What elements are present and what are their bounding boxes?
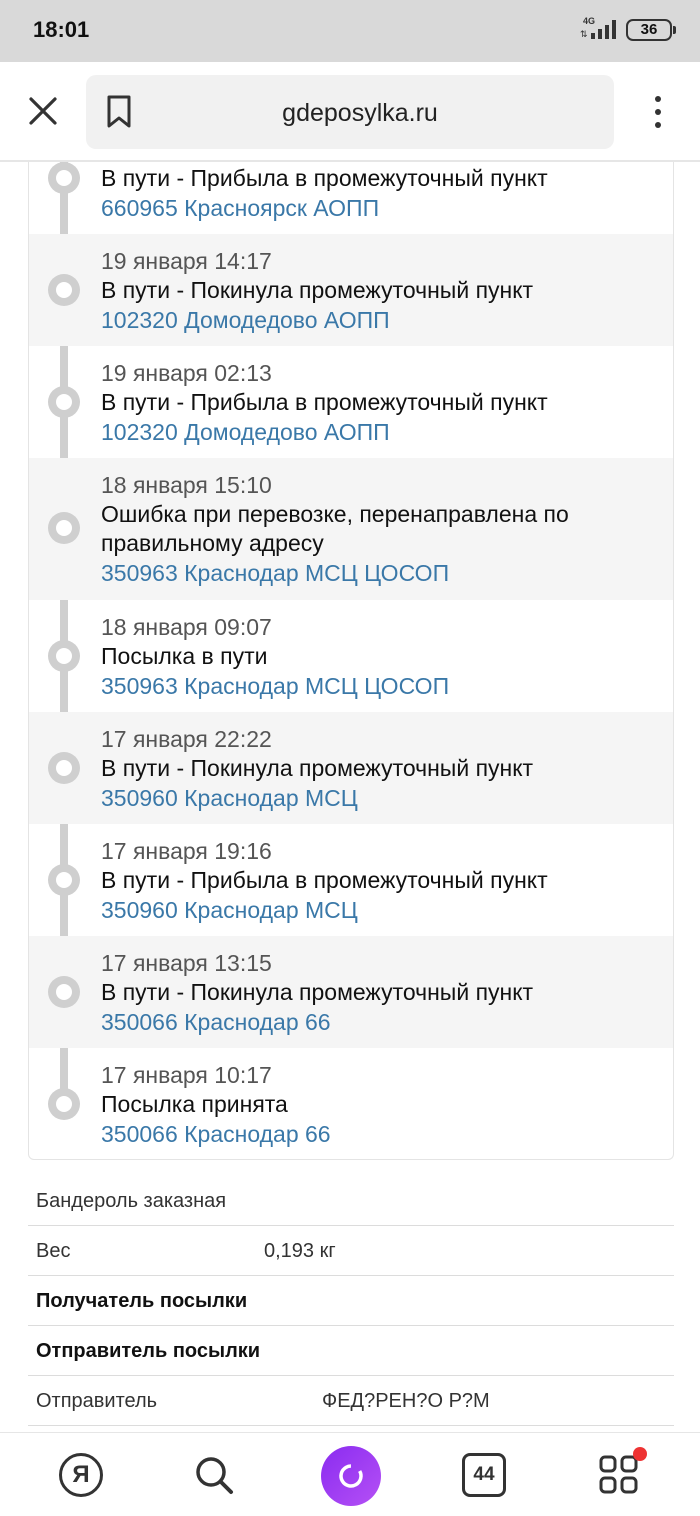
- url-text[interactable]: gdeposylka.ru: [86, 99, 614, 128]
- bottom-navigation: Я 44: [0, 1432, 700, 1516]
- timeline-event: 19 января 14:17 В пути - Покинула промеж…: [29, 234, 673, 346]
- timeline-dot-icon: [48, 1088, 80, 1120]
- timeline-dot-icon: [48, 640, 80, 672]
- weight-value: 0,193 кг: [264, 1240, 336, 1262]
- event-status: Посылка принята: [101, 1091, 288, 1117]
- recipient-heading: Получатель посылки: [36, 1290, 248, 1312]
- tabs-counter-button[interactable]: 44: [462, 1453, 506, 1497]
- info-row-sender: Отправитель ФЕД?РЕН?О Р?М: [28, 1376, 674, 1426]
- event-status: В пути - Прибыла в промежуточный пункт: [101, 867, 548, 893]
- close-icon: [29, 97, 57, 125]
- event-status: В пути - Покинула промежуточный пункт: [101, 277, 534, 303]
- event-date: 17 января 13:15: [101, 950, 272, 976]
- timeline-event: 17 января 10:17 Посылка принята 350066 К…: [29, 1048, 673, 1158]
- event-place[interactable]: 350963 Краснодар МСЦ ЦОСОП: [101, 671, 653, 701]
- info-row-sender-heading: Отправитель посылки: [28, 1326, 674, 1376]
- parcel-info: Бандероль заказная Вес 0,193 кг Получате…: [28, 1176, 674, 1426]
- info-row-weight: Вес 0,193 кг: [28, 1226, 674, 1276]
- menu-dot-icon: [655, 122, 661, 128]
- timeline-event: 18 января 09:07 Посылка в пути 350963 Кр…: [29, 600, 673, 712]
- address-bar[interactable]: gdeposylka.ru: [86, 75, 614, 149]
- sender-value: ФЕД?РЕН?О Р?М: [322, 1390, 490, 1412]
- weight-label: Вес: [36, 1240, 71, 1262]
- event-place[interactable]: 350066 Краснодар 66: [101, 1119, 653, 1149]
- yandex-icon[interactable]: Я: [59, 1453, 103, 1497]
- menu-dot-icon: [655, 96, 661, 102]
- timeline-dot-icon: [48, 864, 80, 896]
- timeline-dot-icon: [48, 162, 80, 194]
- search-button[interactable]: [192, 1453, 236, 1497]
- tracking-timeline: В пути - Прибыла в промежуточный пункт 6…: [28, 162, 674, 1160]
- event-status: В пути - Покинула промежуточный пункт: [101, 755, 534, 781]
- signal-icon: [591, 20, 616, 39]
- info-row-type: Бандероль заказная: [28, 1176, 674, 1226]
- event-date: 17 января 19:16: [101, 838, 272, 864]
- event-date: 17 января 10:17: [101, 1062, 272, 1088]
- status-bar: 18:01 4G ⇅ 36: [0, 0, 700, 62]
- event-status: В пути - Прибыла в промежуточный пункт: [101, 389, 548, 415]
- event-place[interactable]: 350963 Краснодар МСЦ ЦОСОП: [101, 558, 653, 588]
- parcel-type: Бандероль заказная: [36, 1190, 227, 1212]
- timeline-dot-icon: [48, 386, 80, 418]
- timeline-dot-icon: [48, 752, 80, 784]
- timeline-dot-icon: [48, 976, 80, 1008]
- battery-icon: 36: [626, 19, 676, 41]
- data-activity-icon: ⇅: [580, 29, 588, 39]
- event-place[interactable]: 102320 Домодедово АОПП: [101, 305, 653, 335]
- menu-button[interactable]: [640, 92, 676, 132]
- browser-toolbar: gdeposylka.ru: [0, 62, 700, 162]
- timeline-event: 17 января 13:15 В пути - Покинула промеж…: [29, 936, 673, 1048]
- event-status: Ошибка при перевозке, перенаправлена по …: [101, 501, 569, 556]
- event-status: В пути - Прибыла в промежуточный пункт: [101, 165, 548, 191]
- timeline-event: 17 января 22:22 В пути - Покинула промеж…: [29, 712, 673, 824]
- timeline-dot-icon: [48, 274, 80, 306]
- sender-label: Отправитель: [36, 1390, 158, 1412]
- event-date: 19 января 14:17: [101, 248, 272, 274]
- event-status: Посылка в пути: [101, 643, 268, 669]
- alice-icon: [339, 1464, 363, 1488]
- status-time: 18:01: [33, 17, 90, 42]
- event-place[interactable]: 660965 Красноярск АОПП: [101, 193, 653, 223]
- timeline-event: 17 января 19:16 В пути - Прибыла в проме…: [29, 824, 673, 936]
- event-date: 18 января 09:07: [101, 614, 272, 640]
- timeline-event: 18 января 15:10 Ошибка при перевозке, пе…: [29, 458, 673, 600]
- menu-dot-icon: [655, 109, 661, 115]
- notification-badge: [633, 1447, 647, 1461]
- sender-heading: Отправитель посылки: [36, 1340, 261, 1362]
- event-place[interactable]: 350960 Краснодар МСЦ: [101, 895, 653, 925]
- event-place[interactable]: 102320 Домодедово АОПП: [101, 417, 653, 447]
- alice-assistant-button[interactable]: [321, 1446, 381, 1506]
- info-row-recipient: Получатель посылки: [28, 1276, 674, 1326]
- event-place[interactable]: 350066 Краснодар 66: [101, 1007, 653, 1037]
- services-button[interactable]: [597, 1447, 647, 1497]
- timeline-event: В пути - Прибыла в промежуточный пункт 6…: [29, 162, 673, 234]
- event-date: 17 января 22:22: [101, 726, 272, 752]
- close-button[interactable]: [22, 90, 64, 132]
- timeline-dot-icon: [48, 512, 80, 544]
- event-date: 19 января 02:13: [101, 360, 272, 386]
- search-icon: [196, 1457, 233, 1494]
- event-date: 18 января 15:10: [101, 472, 272, 498]
- event-status: В пути - Покинула промежуточный пункт: [101, 979, 534, 1005]
- event-place[interactable]: 350960 Краснодар МСЦ: [101, 783, 653, 813]
- timeline-event: 19 января 02:13 В пути - Прибыла в проме…: [29, 346, 673, 458]
- services-grid-icon: [599, 1455, 638, 1494]
